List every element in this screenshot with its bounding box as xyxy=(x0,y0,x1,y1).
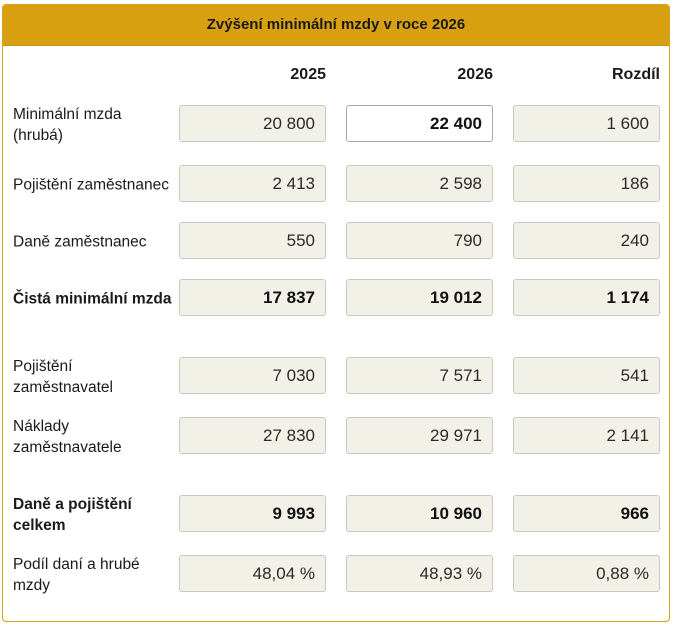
value-2025: 17 837 xyxy=(179,279,326,316)
value-2025: 48,04 % xyxy=(179,555,326,592)
value-2025: 9 993 xyxy=(179,495,326,532)
value-2026: 7 571 xyxy=(346,357,493,394)
value-diff: 2 141 xyxy=(513,417,660,454)
row-label: Daně zaměstnanec xyxy=(13,233,147,251)
value-diff: 1 600 xyxy=(513,105,660,142)
row-label: Podíl daní a hrubé mzdy xyxy=(13,556,140,594)
value-2025: 27 830 xyxy=(179,417,326,454)
row-tax-share: Podíl daní a hrubé mzdy 48,04 % 48,93 % … xyxy=(3,555,669,595)
value-2026: 10 960 xyxy=(346,495,493,532)
column-header-2025: 2025 xyxy=(290,66,326,83)
value-diff: 240 xyxy=(513,222,660,259)
row-taxes-insurance-total: Daně a pojištění celkem 9 993 10 960 966 xyxy=(3,495,669,535)
value-2026: 2 598 xyxy=(346,165,493,202)
row-label: Pojištění zaměstnanec xyxy=(13,176,169,194)
value-2025: 2 413 xyxy=(179,165,326,202)
value-diff: 186 xyxy=(513,165,660,202)
row-label: Daně a pojištění celkem xyxy=(13,496,132,534)
row-label: Náklady zaměstnavatele xyxy=(13,418,122,456)
row-employee-insurance: Pojištění zaměstnanec 2 413 2 598 186 xyxy=(3,165,669,205)
value-2026: 19 012 xyxy=(346,279,493,316)
minimum-wage-calculator: Zvýšení minimální mzdy v roce 2026 2025 … xyxy=(2,4,670,622)
value-diff: 1 174 xyxy=(513,279,660,316)
value-diff: 0,88 % xyxy=(513,555,660,592)
column-header-diff: Rozdíl xyxy=(612,66,660,83)
value-2026: 48,93 % xyxy=(346,555,493,592)
row-employer-costs: Náklady zaměstnavatele 27 830 29 971 2 1… xyxy=(3,417,669,457)
value-2026: 29 971 xyxy=(346,417,493,454)
column-headers: 2025 2026 Rozdíl xyxy=(3,63,669,87)
row-employer-insurance: Pojištění zaměstnavatel 7 030 7 571 541 xyxy=(3,357,669,397)
value-diff: 966 xyxy=(513,495,660,532)
row-employee-tax: Daně zaměstnanec 550 790 240 xyxy=(3,222,669,262)
column-header-2026: 2026 xyxy=(457,66,493,83)
row-label: Čistá minimální mzda xyxy=(13,290,172,308)
value-diff: 541 xyxy=(513,357,660,394)
row-minimum-wage-gross: Minimální mzda (hrubá) 20 800 1 600 xyxy=(3,105,669,145)
value-2025: 550 xyxy=(179,222,326,259)
row-label: Minimální mzda (hrubá) xyxy=(13,106,122,144)
minimum-wage-2026-input[interactable] xyxy=(346,105,493,142)
value-2026: 790 xyxy=(346,222,493,259)
row-net-minimum-wage: Čistá minimální mzda 17 837 19 012 1 174 xyxy=(3,279,669,319)
calculator-title: Zvýšení minimální mzdy v roce 2026 xyxy=(3,5,669,46)
row-label: Pojištění zaměstnavatel xyxy=(13,358,113,396)
value-2025: 20 800 xyxy=(179,105,326,142)
value-2025: 7 030 xyxy=(179,357,326,394)
